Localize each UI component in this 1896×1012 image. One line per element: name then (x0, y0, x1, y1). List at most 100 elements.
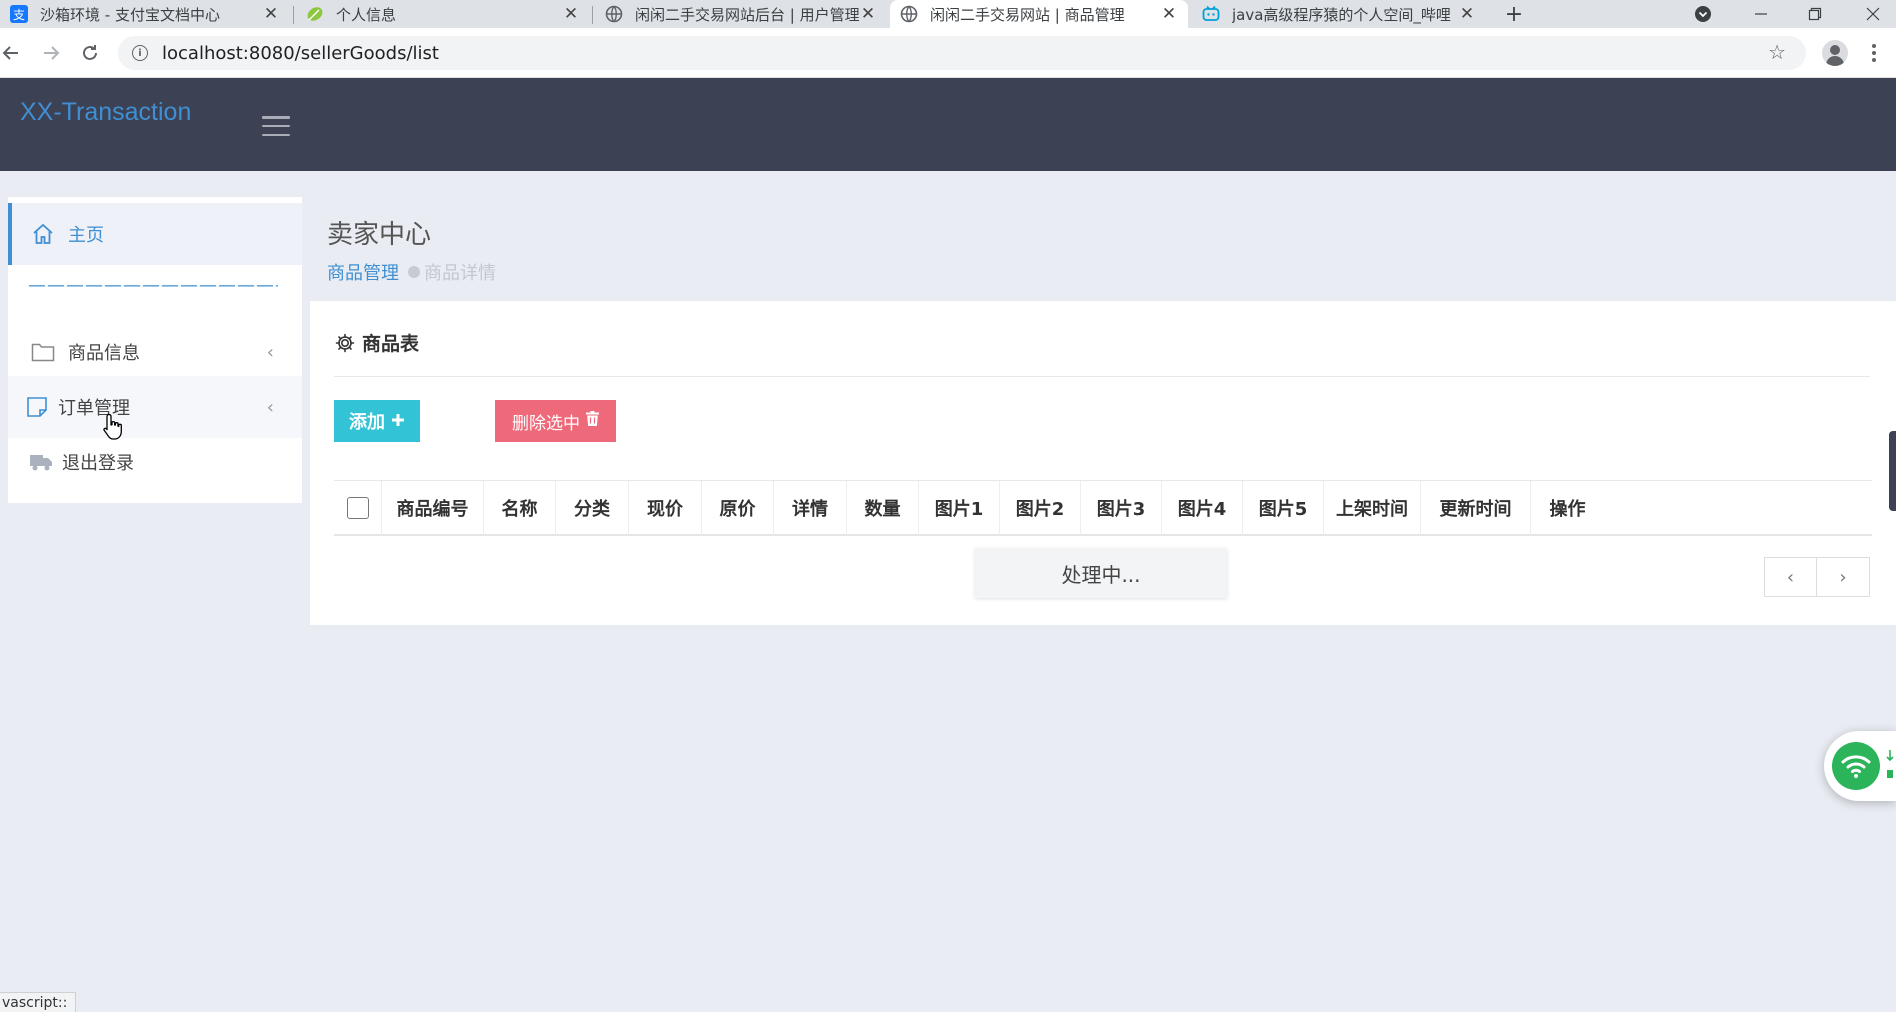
column-header[interactable]: 名称 (484, 481, 556, 535)
browser-toolbar: i localhost:8080/sellerGoods/list ☆ (0, 28, 1896, 78)
column-header[interactable]: 图片2 (1000, 481, 1081, 535)
delete-selected-button[interactable]: 删除选中 (495, 400, 616, 442)
browser-tab-1[interactable]: 支 沙箱环境 - 支付宝文档中心 ✕ (0, 0, 290, 28)
browser-tab-5[interactable]: java高级程序猿的个人空间_哔哩 ✕ (1192, 0, 1486, 28)
tab-title: java高级程序猿的个人空间_哔哩 (1232, 5, 1451, 24)
breadcrumb-dot-icon (408, 266, 420, 278)
column-header[interactable]: 详情 (774, 481, 847, 535)
restore-icon[interactable] (1792, 0, 1838, 28)
column-header[interactable]: 操作 (1531, 481, 1604, 535)
next-page-button[interactable]: › (1817, 557, 1870, 597)
tab-separator (293, 6, 294, 24)
chevron-left-icon: ‹ (266, 396, 274, 418)
sidebar-item-orders[interactable]: 订单管理 ‹ (8, 376, 302, 438)
column-header[interactable]: 现价 (629, 481, 702, 535)
close-tab-icon[interactable]: ✕ (562, 4, 580, 24)
sidebar-item-home[interactable]: 主页 (8, 203, 302, 265)
select-all-checkbox[interactable] (346, 497, 369, 519)
tab-search-icon[interactable] (1680, 0, 1726, 28)
column-header[interactable]: 数量 (847, 481, 919, 535)
browser-tab-strip: 支 沙箱环境 - 支付宝文档中心 ✕ 个人信息 ✕ 闲闲二手交易网站后台 | 用… (0, 0, 1896, 28)
alipay-icon: 支 (10, 5, 28, 23)
goods-panel: 商品表 添加 删除选中 商品编号 名称 分类 现价 原价 详情 数量 图片1 图… (310, 301, 1896, 625)
breadcrumb: 商品管理 商品详情 (327, 259, 496, 285)
prev-page-button[interactable]: ‹ (1764, 557, 1817, 597)
panel-title: 商品表 (334, 329, 419, 356)
app-header: XX-Transaction (0, 78, 1896, 171)
trash-icon (586, 411, 599, 431)
browser-tab-4-active[interactable]: 闲闲二手交易网站 | 商品管理 ✕ (890, 0, 1188, 28)
sidebar-item-logout[interactable]: 退出登录 (8, 431, 302, 493)
chevron-left-icon: ‹ (266, 341, 274, 363)
sidebar-item-label: 主页 (68, 225, 104, 246)
forward-arrow-icon[interactable] (38, 40, 64, 66)
tab-title: 沙箱环境 - 支付宝文档中心 (40, 5, 220, 24)
select-all-cell (334, 481, 382, 535)
link-status-tooltip: vascript:: (0, 992, 77, 1012)
globe-icon (605, 5, 623, 23)
breadcrumb-item[interactable]: 商品管理 (327, 259, 399, 285)
pagination: ‹ › (1764, 557, 1870, 597)
tab-separator (592, 6, 593, 24)
floating-network-widget[interactable] (1824, 731, 1896, 801)
site-info-icon[interactable]: i (132, 45, 148, 61)
sidebar-item-label: 退出登录 (62, 453, 134, 474)
column-header[interactable]: 图片3 (1081, 481, 1162, 535)
page-title: 卖家中心 (327, 220, 432, 250)
goods-table-header: 商品编号 名称 分类 现价 原价 详情 数量 图片1 图片2 图片3 图片4 图… (334, 480, 1872, 536)
hand-cursor-icon (102, 413, 124, 441)
svg-text:支: 支 (13, 8, 25, 22)
panel-divider (334, 376, 1870, 377)
plus-icon (391, 411, 405, 432)
widget-indicator-icon (1886, 748, 1894, 784)
new-tab-button[interactable]: + (1500, 0, 1528, 28)
tab-title: 个人信息 (336, 5, 397, 24)
column-header[interactable]: 分类 (556, 481, 629, 535)
profile-avatar-icon[interactable] (1822, 40, 1848, 66)
close-tab-icon[interactable]: ✕ (262, 4, 280, 24)
bilibili-icon (1202, 5, 1220, 23)
browser-menu-icon[interactable] (1866, 40, 1882, 66)
address-bar[interactable]: i localhost:8080/sellerGoods/list ☆ (118, 36, 1806, 70)
panel-title-text: 商品表 (362, 333, 420, 355)
folder-icon (30, 339, 56, 365)
tab-title: 闲闲二手交易网站 | 商品管理 (930, 5, 1125, 24)
bookmark-star-icon[interactable]: ☆ (1768, 40, 1786, 64)
window-close-icon[interactable] (1850, 0, 1896, 28)
home-icon (30, 221, 56, 247)
brand-logo[interactable]: XX-Transaction (20, 98, 191, 127)
sidebar-item-goods[interactable]: 商品信息 ‹ (8, 321, 302, 383)
wifi-icon (1832, 742, 1880, 790)
reload-icon[interactable] (77, 40, 103, 66)
gear-icon (334, 332, 356, 354)
url-text: localhost:8080/sellerGoods/list (162, 42, 439, 64)
menu-toggle-icon[interactable] (262, 116, 290, 136)
breadcrumb-item: 商品详情 (424, 263, 496, 284)
close-tab-icon[interactable]: ✕ (1458, 4, 1476, 24)
note-icon (24, 394, 50, 420)
sidebar-divider: —————————————— (28, 275, 278, 296)
sidebar: 主页 —————————————— 商品信息 ‹ 订单管理 ‹ 退出登录 (8, 197, 302, 503)
back-arrow-icon[interactable] (0, 40, 24, 66)
add-goods-button[interactable]: 添加 (334, 400, 420, 442)
scrollbar-thumb[interactable] (1889, 431, 1896, 511)
close-tab-icon[interactable]: ✕ (859, 4, 877, 24)
browser-tab-3[interactable]: 闲闲二手交易网站后台 | 用户管理 ✕ (595, 0, 887, 28)
leaf-icon (306, 5, 324, 23)
close-tab-icon[interactable]: ✕ (1160, 4, 1178, 24)
column-header[interactable]: 图片1 (919, 481, 1000, 535)
truck-icon (28, 449, 54, 475)
add-button-label: 添加 (349, 412, 385, 433)
minimize-icon[interactable] (1738, 0, 1784, 28)
column-header[interactable]: 原价 (702, 481, 774, 535)
column-header[interactable]: 更新时间 (1421, 481, 1531, 535)
column-header[interactable]: 图片5 (1243, 481, 1324, 535)
column-header[interactable]: 商品编号 (382, 481, 484, 535)
column-header[interactable]: 图片4 (1162, 481, 1243, 535)
globe-icon (900, 5, 918, 23)
browser-tab-2[interactable]: 个人信息 ✕ (296, 0, 590, 28)
processing-indicator: 处理中... (975, 548, 1227, 598)
column-header[interactable]: 上架时间 (1324, 481, 1421, 535)
delete-button-label: 删除选中 (512, 413, 580, 434)
sidebar-item-label: 商品信息 (68, 343, 140, 364)
